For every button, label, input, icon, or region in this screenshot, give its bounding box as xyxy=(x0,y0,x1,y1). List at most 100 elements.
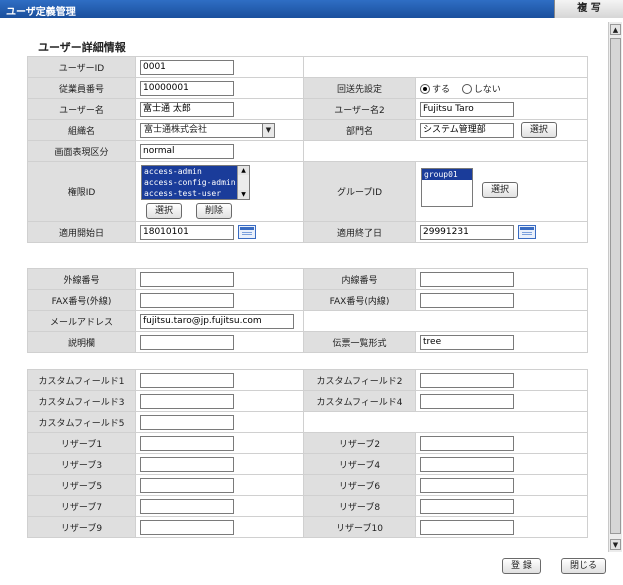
r10-input[interactable] xyxy=(420,519,514,535)
display-type-input[interactable]: normal xyxy=(140,143,234,159)
register-button[interactable]: 登 録 xyxy=(502,558,541,574)
user-id-input[interactable]: 0001 xyxy=(140,59,234,75)
roles-listbox[interactable]: access-admin access-config-admin access-… xyxy=(141,165,250,200)
section-title: ユーザー詳細情報 xyxy=(38,41,126,54)
r7-input[interactable] xyxy=(140,498,234,514)
r3-input[interactable] xyxy=(140,456,234,472)
start-date-label: 適用開始日 xyxy=(27,221,136,243)
window-title: ユーザ定義管理 xyxy=(6,7,76,18)
calendar-icon[interactable] xyxy=(238,225,256,239)
scroll-up-icon[interactable]: ▲ xyxy=(610,24,621,35)
r4-input[interactable] xyxy=(420,456,514,472)
employee-no-input[interactable]: 10000001 xyxy=(140,80,234,96)
r2-label: リザーブ2 xyxy=(303,432,416,454)
custom-table: カスタムフィールド1 カスタムフィールド2 カスタムフィールド3 カスタムフィー… xyxy=(27,369,588,538)
contact-table: 外線番号 内線番号 FAX番号(外線) FAX番号(内線) メールアドレス fu… xyxy=(27,268,588,353)
desc-label: 説明欄 xyxy=(27,331,136,353)
r5-input[interactable] xyxy=(140,477,234,493)
desc-input[interactable] xyxy=(140,334,234,350)
dept-input[interactable]: システム管理部 xyxy=(420,122,514,138)
user-name2-input[interactable]: Fujitsu Taro xyxy=(420,101,514,117)
calendar-icon[interactable] xyxy=(518,225,536,239)
role-item-0[interactable]: access-admin xyxy=(142,166,249,177)
fax-int-label: FAX番号(内線) xyxy=(303,289,416,311)
dept-label: 部門名 xyxy=(303,119,416,141)
user-name2-label: ユーザー名2 xyxy=(303,98,416,120)
group-label: グループID xyxy=(303,161,416,222)
main-scrollbar[interactable]: ▲ ▼ xyxy=(608,22,622,552)
roles-select-button[interactable]: 選択 xyxy=(146,203,183,219)
r6-label: リザーブ6 xyxy=(303,474,416,496)
title-bar: ユーザ定義管理 複 写 xyxy=(0,0,623,18)
scrollbar-thumb[interactable] xyxy=(610,38,621,534)
ext-no-label: 外線番号 xyxy=(27,268,136,290)
cf5-label: カスタムフィールド5 xyxy=(27,411,136,433)
start-date-input[interactable]: 18010101 xyxy=(140,224,234,240)
forward-label: 回送先設定 xyxy=(303,77,416,99)
r5-label: リザーブ5 xyxy=(27,474,136,496)
copy-button[interactable]: 複 写 xyxy=(554,0,623,18)
fax-ext-input[interactable] xyxy=(140,292,234,308)
fax-ext-label: FAX番号(外線) xyxy=(27,289,136,311)
r9-input[interactable] xyxy=(140,519,234,535)
slip-label: 伝票一覧形式 xyxy=(303,331,416,353)
r8-input[interactable] xyxy=(420,498,514,514)
footer-bar: 登 録 閉じる xyxy=(0,552,623,585)
cf4-label: カスタムフィールド4 xyxy=(303,390,416,412)
end-date-input[interactable]: 29991231 xyxy=(420,224,514,240)
r3-label: リザーブ3 xyxy=(27,453,136,475)
close-button[interactable]: 閉じる xyxy=(561,558,607,574)
mail-input[interactable]: fujitsu.taro@jp.fujitsu.com xyxy=(140,313,294,329)
ext-no-input[interactable] xyxy=(140,271,234,287)
int-no-input[interactable] xyxy=(420,271,514,287)
cf3-input[interactable] xyxy=(140,393,234,409)
user-name-label: ユーザー名 xyxy=(27,98,136,120)
display-type-label: 画面表現区分 xyxy=(27,140,136,162)
int-no-label: 内線番号 xyxy=(303,268,416,290)
r4-label: リザーブ4 xyxy=(303,453,416,475)
forward-yes-label: する xyxy=(432,84,451,95)
cf1-label: カスタムフィールド1 xyxy=(27,369,136,391)
r9-label: リザーブ9 xyxy=(27,516,136,538)
scroll-down-icon[interactable]: ▼ xyxy=(238,190,249,199)
fax-int-input[interactable] xyxy=(420,292,514,308)
r2-input[interactable] xyxy=(420,435,514,451)
user-name-input[interactable]: 富士通 太郎 xyxy=(140,101,234,117)
forward-yes-radio[interactable] xyxy=(420,84,430,94)
forward-no-radio[interactable] xyxy=(461,84,472,94)
roles-label: 権限ID xyxy=(27,161,136,222)
scroll-down-icon[interactable]: ▼ xyxy=(610,539,621,550)
org-select-value: 富士通株式会社 xyxy=(144,124,208,135)
r7-label: リザーブ7 xyxy=(27,495,136,517)
r1-input[interactable] xyxy=(140,435,234,451)
chevron-down-icon[interactable]: ▼ xyxy=(262,123,274,137)
r8-label: リザーブ8 xyxy=(303,495,416,517)
cf3-label: カスタムフィールド3 xyxy=(27,390,136,412)
roles-delete-button[interactable]: 削除 xyxy=(196,203,233,219)
scroll-up-icon[interactable]: ▲ xyxy=(238,166,249,175)
cf2-input[interactable] xyxy=(420,372,514,388)
r1-label: リザーブ1 xyxy=(27,432,136,454)
end-date-label: 適用終了日 xyxy=(303,221,416,243)
org-label: 組織名 xyxy=(27,119,136,141)
cf4-input[interactable] xyxy=(420,393,514,409)
role-item-1[interactable]: access-config-admin xyxy=(142,177,249,188)
cf1-input[interactable] xyxy=(140,372,234,388)
dept-select-button[interactable]: 選択 xyxy=(520,122,557,138)
forward-no-label: しない xyxy=(473,84,501,95)
org-select[interactable]: 富士通株式会社 ▼ xyxy=(140,122,275,138)
form-viewport: ユーザー詳細情報 ユーザーID 0001 従業員番号 10000001 回送先設… xyxy=(4,22,609,552)
group-listbox[interactable]: group01 xyxy=(421,168,473,207)
roles-scrollbar[interactable]: ▲ ▼ xyxy=(237,166,249,199)
role-item-2[interactable]: access-test-user xyxy=(142,188,249,199)
cf2-label: カスタムフィールド2 xyxy=(303,369,416,391)
r6-input[interactable] xyxy=(420,477,514,493)
r10-label: リザーブ10 xyxy=(303,516,416,538)
group-select-button[interactable]: 選択 xyxy=(482,182,519,198)
group-item-0[interactable]: group01 xyxy=(422,169,472,180)
detail-table: ユーザーID 0001 従業員番号 10000001 回送先設定 する しない … xyxy=(27,56,588,243)
employee-no-label: 従業員番号 xyxy=(27,77,136,99)
cf5-input[interactable] xyxy=(140,414,234,430)
user-id-label: ユーザーID xyxy=(27,56,136,78)
slip-input[interactable]: tree xyxy=(420,334,514,350)
